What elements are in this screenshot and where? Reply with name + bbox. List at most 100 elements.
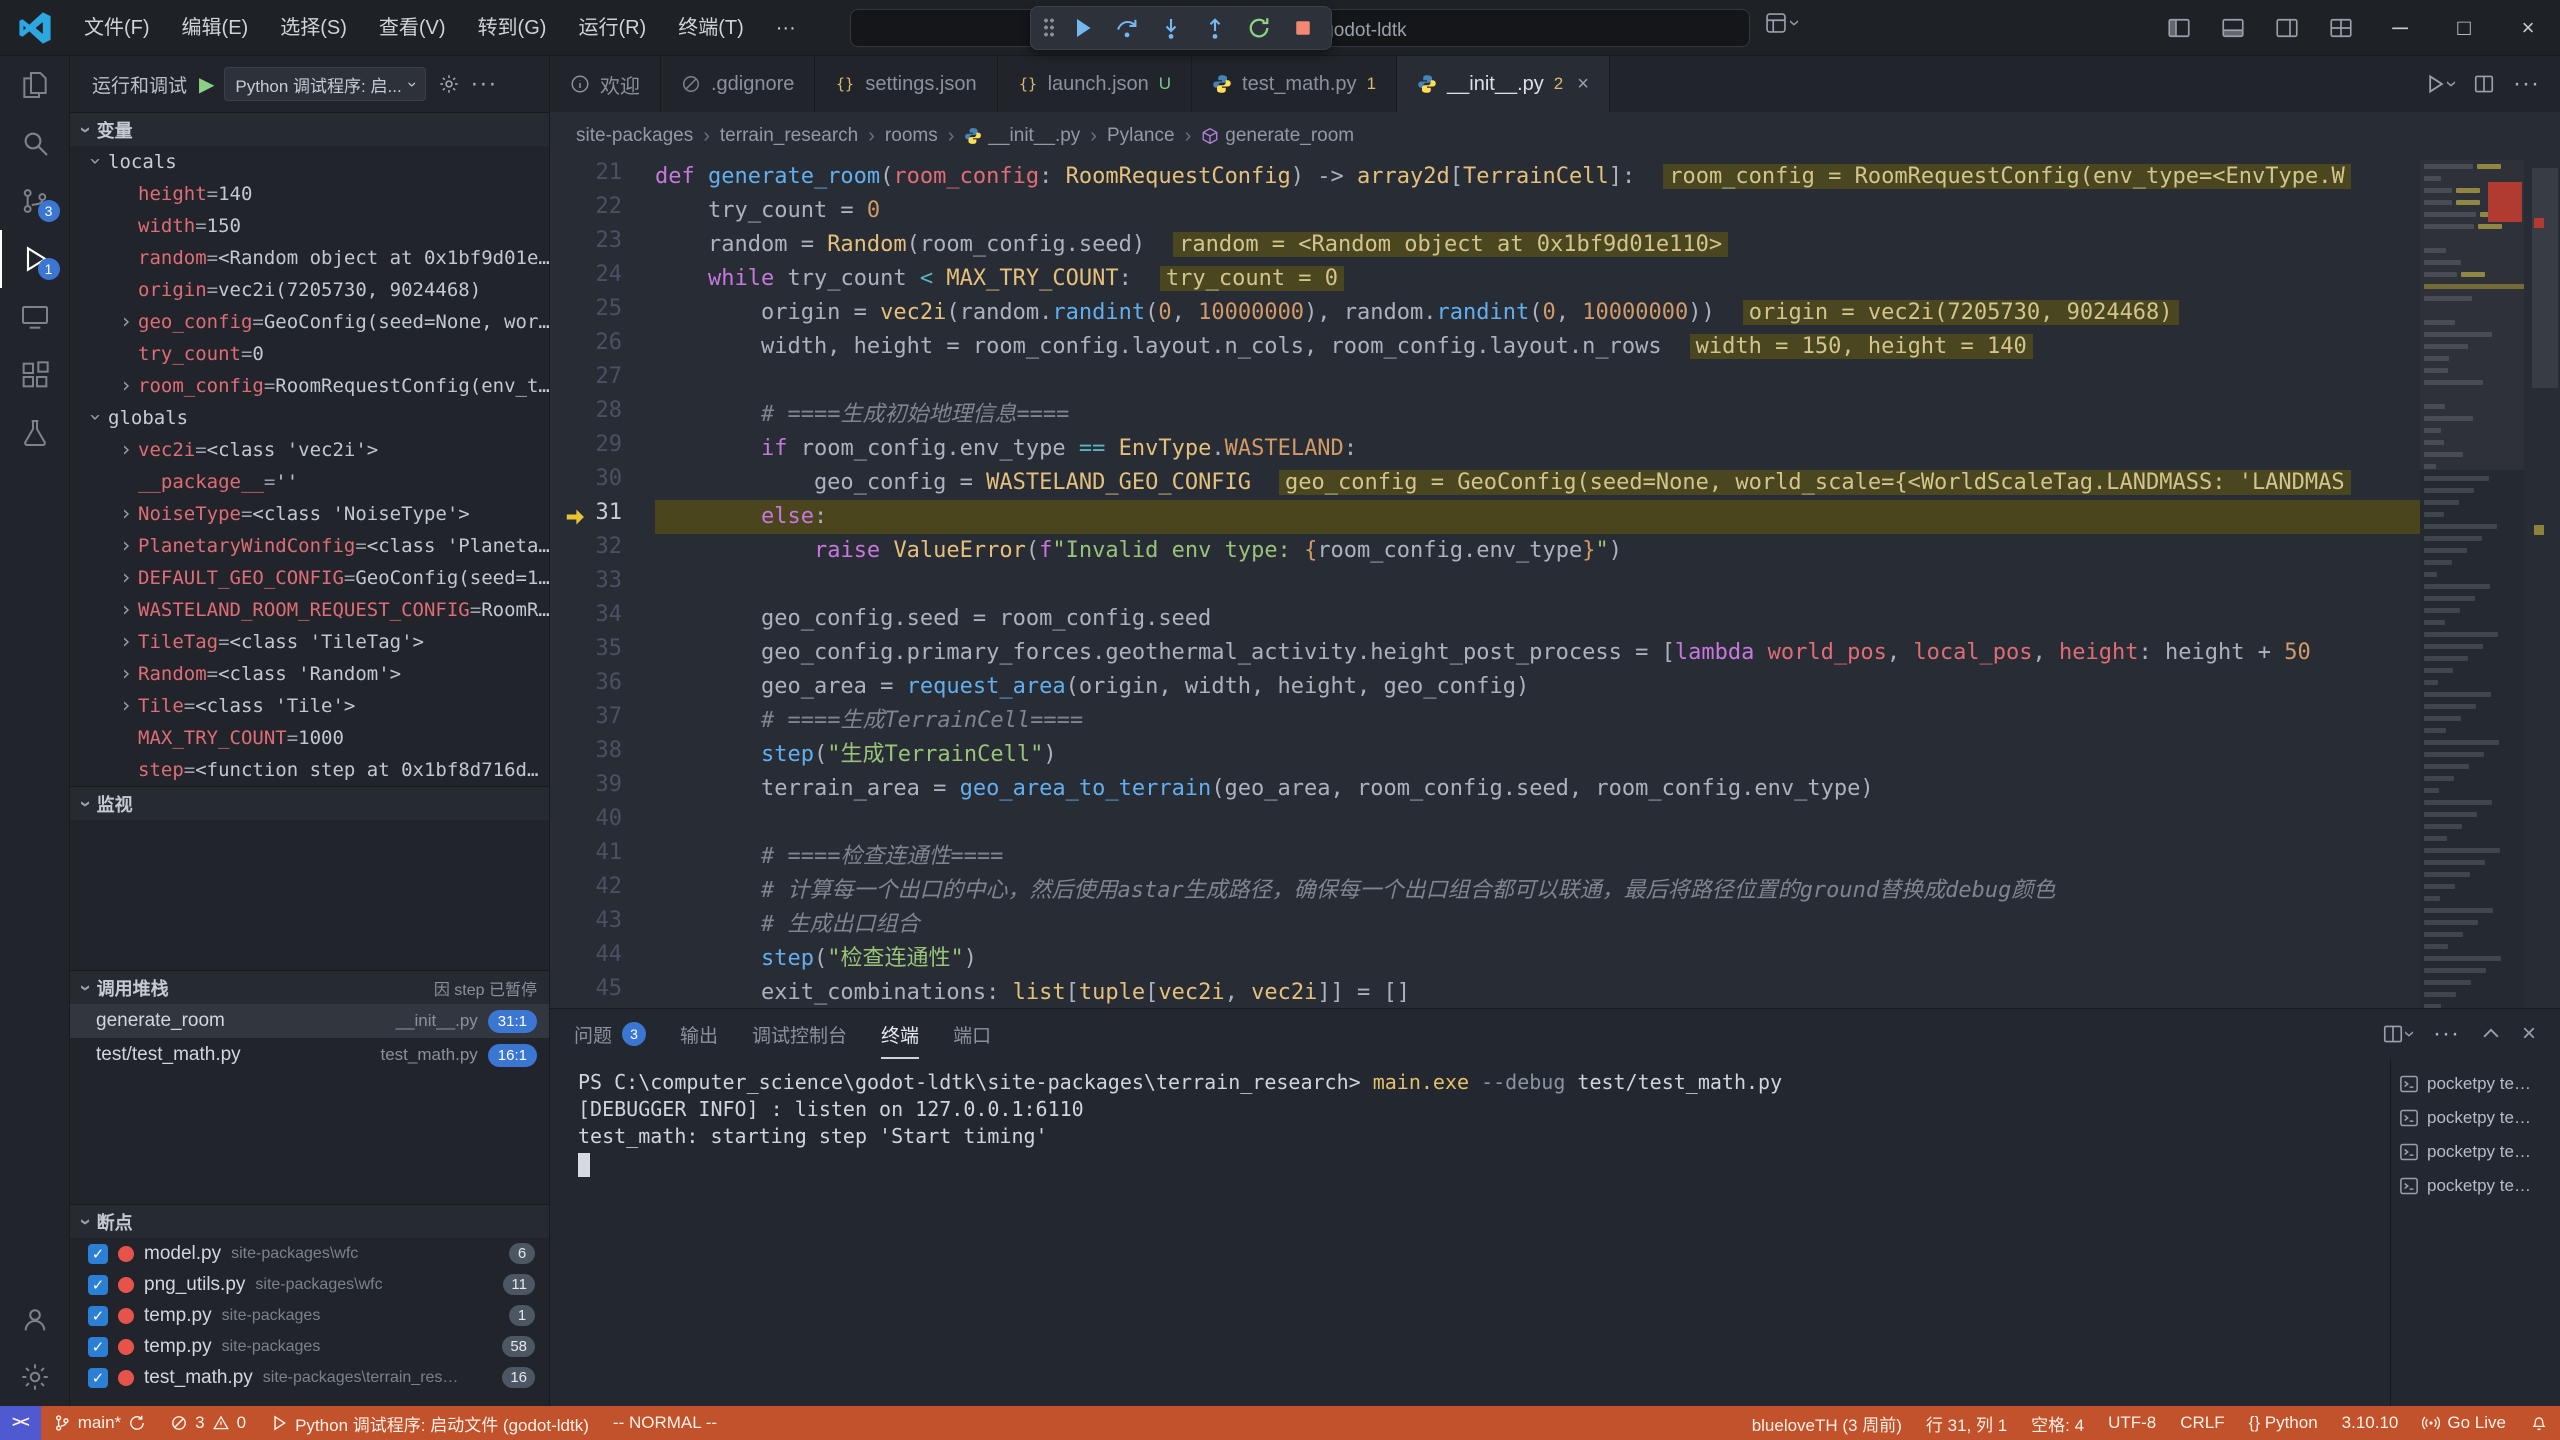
gutter[interactable]: 41 (550, 840, 655, 874)
variable-row[interactable]: ›NoiseType = <class 'NoiseType'> (70, 498, 549, 530)
status-encoding[interactable]: UTF-8 (2096, 1406, 2168, 1440)
variable-row[interactable]: ›room_config = RoomRequestConfig(env_t… (70, 370, 549, 402)
gutter[interactable]: 42 (550, 874, 655, 908)
activity-search[interactable] (0, 114, 70, 172)
status-python-version[interactable]: 3.10.10 (2330, 1406, 2411, 1440)
menu-item[interactable]: ··· (760, 0, 812, 56)
layout-grid-button[interactable]: › (1765, 12, 1798, 34)
status-git-blame[interactable]: blueloveTH (3 周前) (1740, 1406, 1914, 1440)
watch-section-header[interactable]: › 监视 (70, 786, 549, 820)
terminal-instance[interactable]: pocketpy te… (2391, 1135, 2560, 1169)
variable-row[interactable]: __package__ = '' (70, 466, 549, 498)
gutter[interactable]: 30 (550, 466, 655, 500)
panel-tab-端口[interactable]: 端口 (953, 1009, 991, 1059)
menu-item[interactable]: 选择(S) (264, 0, 363, 56)
gutter[interactable]: 31 (550, 500, 655, 534)
code-line-35[interactable]: 35 geo_config.primary_forces.geothermal_… (550, 636, 2420, 670)
variable-row[interactable]: ›WASTELAND_ROOM_REQUEST_CONFIG = RoomR… (70, 594, 549, 626)
variable-row[interactable]: width = 150 (70, 210, 549, 242)
code-line-42[interactable]: 42 # 计算每一个出口的中心，然后使用astar生成路径，确保每一个出口组合都… (550, 874, 2420, 908)
toggle-sidebar-icon[interactable] (2152, 0, 2206, 56)
code-line-32[interactable]: 32 raise ValueError(f"Invalid env type: … (550, 534, 2420, 568)
breadcrumb-item[interactable]: rooms (885, 125, 938, 147)
activity-extensions[interactable] (0, 346, 70, 404)
panel-tab-终端[interactable]: 终端 (881, 1009, 919, 1059)
gutter[interactable]: 34 (550, 602, 655, 636)
tab-__init__.py[interactable]: __init__.py2× (1397, 56, 1610, 112)
code-line-31[interactable]: 31 else: (550, 500, 2420, 534)
breakpoint-checkbox[interactable]: ✓ (88, 1306, 108, 1326)
breakpoint-row[interactable]: ✓temp.pysite-packages58 (70, 1331, 549, 1362)
activity-accounts[interactable] (0, 1290, 70, 1348)
code-line-30[interactable]: 30 geo_config = WASTELAND_GEO_CONFIGgeo_… (550, 466, 2420, 500)
activity-source-control[interactable]: 3 (0, 172, 70, 230)
code-line-24[interactable]: 24 while try_count < MAX_TRY_COUNT:try_c… (550, 262, 2420, 296)
variable-row[interactable]: ›geo_config = GeoConfig(seed=None, wor… (70, 306, 549, 338)
activity-run-debug[interactable]: 1 (0, 230, 70, 288)
status-vim-mode[interactable]: -- NORMAL -- (601, 1406, 729, 1440)
variable-scope-locals[interactable]: ›locals (70, 146, 549, 178)
variable-row[interactable]: random = <Random object at 0x1bf9d01e… (70, 242, 549, 274)
step-out-button[interactable] (1195, 10, 1235, 46)
breakpoint-checkbox[interactable]: ✓ (88, 1337, 108, 1357)
callstack-frame[interactable]: test/test_math.pytest_math.py16:1 (70, 1038, 549, 1072)
run-python-file-button[interactable]: › (2424, 73, 2455, 95)
tab-test_math.py[interactable]: test_math.py1 (1192, 56, 1397, 112)
gutter[interactable]: 39 (550, 772, 655, 806)
panel-tab-调试控制台[interactable]: 调试控制台 (752, 1009, 847, 1059)
variable-row[interactable]: try_count = 0 (70, 338, 549, 370)
variable-scope-globals[interactable]: ›globals (70, 402, 549, 434)
variable-row[interactable]: height = 140 (70, 178, 549, 210)
menu-item[interactable]: 转到(G) (462, 0, 563, 56)
tab-launch.json[interactable]: {}launch.jsonU (998, 56, 1192, 112)
status-go-live[interactable]: Go Live (2410, 1406, 2518, 1440)
breadcrumb-item[interactable]: site-packages (576, 125, 693, 147)
restart-button[interactable] (1239, 10, 1279, 46)
status-problems[interactable]: 30 (158, 1406, 258, 1440)
gutter[interactable]: 21 (550, 160, 655, 194)
breakpoint-row[interactable]: ✓model.pysite-packages\wfc6 (70, 1238, 549, 1269)
breakpoint-checkbox[interactable]: ✓ (88, 1275, 108, 1295)
tab-欢迎[interactable]: 欢迎 (550, 56, 661, 112)
status-git-branch[interactable]: main* (41, 1406, 158, 1440)
terminal-instance[interactable]: pocketpy te… (2391, 1067, 2560, 1101)
breakpoint-row[interactable]: ✓test_math.pysite-packages\terrain_res…1… (70, 1362, 549, 1393)
gutter[interactable]: 28 (550, 398, 655, 432)
close-button[interactable]: × (2496, 0, 2560, 56)
breadcrumb-item[interactable]: generate_room (1201, 125, 1354, 147)
status-indentation[interactable]: 空格: 4 (2019, 1406, 2096, 1440)
variable-row[interactable]: ›TileTag = <class 'TileTag'> (70, 626, 549, 658)
close-icon[interactable]: × (1577, 73, 1589, 96)
code-line-25[interactable]: 25 origin = vec2i(random.randint(0, 1000… (550, 296, 2420, 330)
code-line-34[interactable]: 34 geo_config.seed = room_config.seed (550, 602, 2420, 636)
status-notifications[interactable] (2518, 1406, 2560, 1440)
code-line-22[interactable]: 22 try_count = 0 (550, 194, 2420, 228)
code-line-40[interactable]: 40 (550, 806, 2420, 840)
breakpoints-section-header[interactable]: › 断点 (70, 1204, 549, 1238)
split-editor-button[interactable] (2473, 73, 2495, 95)
activity-explorer[interactable] (0, 56, 70, 114)
gear-icon[interactable] (438, 73, 460, 95)
activity-settings[interactable] (0, 1348, 70, 1406)
gutter[interactable]: 23 (550, 228, 655, 262)
breadcrumb-item[interactable]: __init__.py (964, 125, 1080, 147)
status-eol[interactable]: CRLF (2168, 1406, 2236, 1440)
drag-handle-icon[interactable] (1043, 17, 1055, 39)
panel-tab-问题[interactable]: 问题3 (574, 1009, 646, 1059)
code-line-23[interactable]: 23 random = Random(room_config.seed)rand… (550, 228, 2420, 262)
gutter[interactable]: 33 (550, 568, 655, 602)
gutter[interactable]: 37 (550, 704, 655, 738)
variable-row[interactable]: ›PlanetaryWindConfig = <class 'Planeta… (70, 530, 549, 562)
gutter[interactable]: 22 (550, 194, 655, 228)
code-line-39[interactable]: 39 terrain_area = geo_area_to_terrain(ge… (550, 772, 2420, 806)
code-line-33[interactable]: 33 (550, 568, 2420, 602)
menu-item[interactable]: 查看(V) (363, 0, 462, 56)
variable-row[interactable]: ›DEFAULT_GEO_CONFIG = GeoConfig(seed=1… (70, 562, 549, 594)
code-line-27[interactable]: 27 (550, 364, 2420, 398)
more-actions-icon[interactable]: ··· (470, 70, 497, 98)
code-line-45[interactable]: 45 exit_combinations: list[tuple[vec2i, … (550, 976, 2420, 1008)
code-line-29[interactable]: 29 if room_config.env_type == EnvType.WA… (550, 432, 2420, 466)
split-terminal-button[interactable]: › (2382, 1023, 2413, 1045)
variable-row[interactable]: ›vec2i = <class 'vec2i'> (70, 434, 549, 466)
step-into-button[interactable] (1151, 10, 1191, 46)
